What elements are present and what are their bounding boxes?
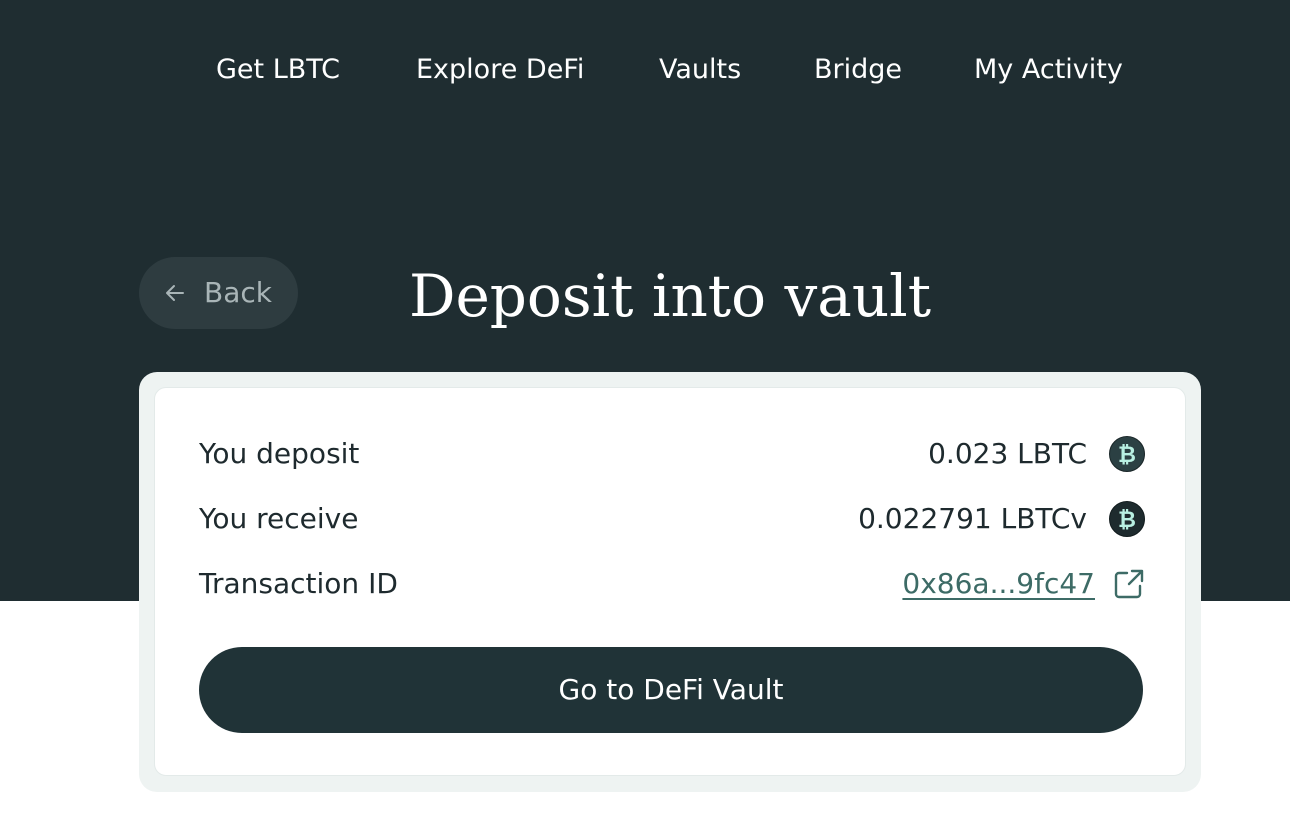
nav-item-vaults[interactable]: Vaults <box>659 50 741 90</box>
transaction-id-link[interactable]: 0x86a...9fc47 <box>902 562 1095 606</box>
svg-text:₿: ₿ <box>1118 508 1136 533</box>
svg-text:₿: ₿ <box>1118 443 1136 468</box>
receive-amount: 0.022791 LBTCv <box>858 502 1087 535</box>
bitcoin-icon: ₿ <box>1109 436 1145 472</box>
nav-item-my-activity[interactable]: My Activity <box>974 50 1123 90</box>
nav-item-explore-defi[interactable]: Explore DeFi <box>416 50 584 90</box>
page: Get LBTC Explore DeFi Vaults Bridge My A… <box>0 0 1290 818</box>
deposit-summary-panel: You deposit 0.023 LBTC ₿ You receive 0.0… <box>154 387 1186 776</box>
page-title: Deposit into vault <box>408 262 932 330</box>
go-to-defi-vault-button[interactable]: Go to DeFi Vault <box>199 647 1143 733</box>
nav-item-get-lbtc[interactable]: Get LBTC <box>216 50 340 90</box>
bitcoin-icon: ₿ <box>1109 501 1145 537</box>
deposit-label: You deposit <box>199 437 360 470</box>
nav-item-bridge[interactable]: Bridge <box>814 50 902 90</box>
external-link-icon[interactable] <box>1113 568 1145 600</box>
transaction-row: Transaction ID 0x86a...9fc47 <box>199 562 1145 606</box>
transaction-label: Transaction ID <box>199 567 398 600</box>
deposit-amount: 0.023 LBTC <box>928 437 1087 470</box>
receive-label: You receive <box>199 502 359 535</box>
top-nav: Get LBTC Explore DeFi Vaults Bridge My A… <box>0 50 1290 90</box>
receive-row: You receive 0.022791 LBTCv ₿ <box>199 497 1145 541</box>
deposit-summary-card: You deposit 0.023 LBTC ₿ You receive 0.0… <box>139 372 1201 792</box>
deposit-row: You deposit 0.023 LBTC ₿ <box>199 432 1145 476</box>
